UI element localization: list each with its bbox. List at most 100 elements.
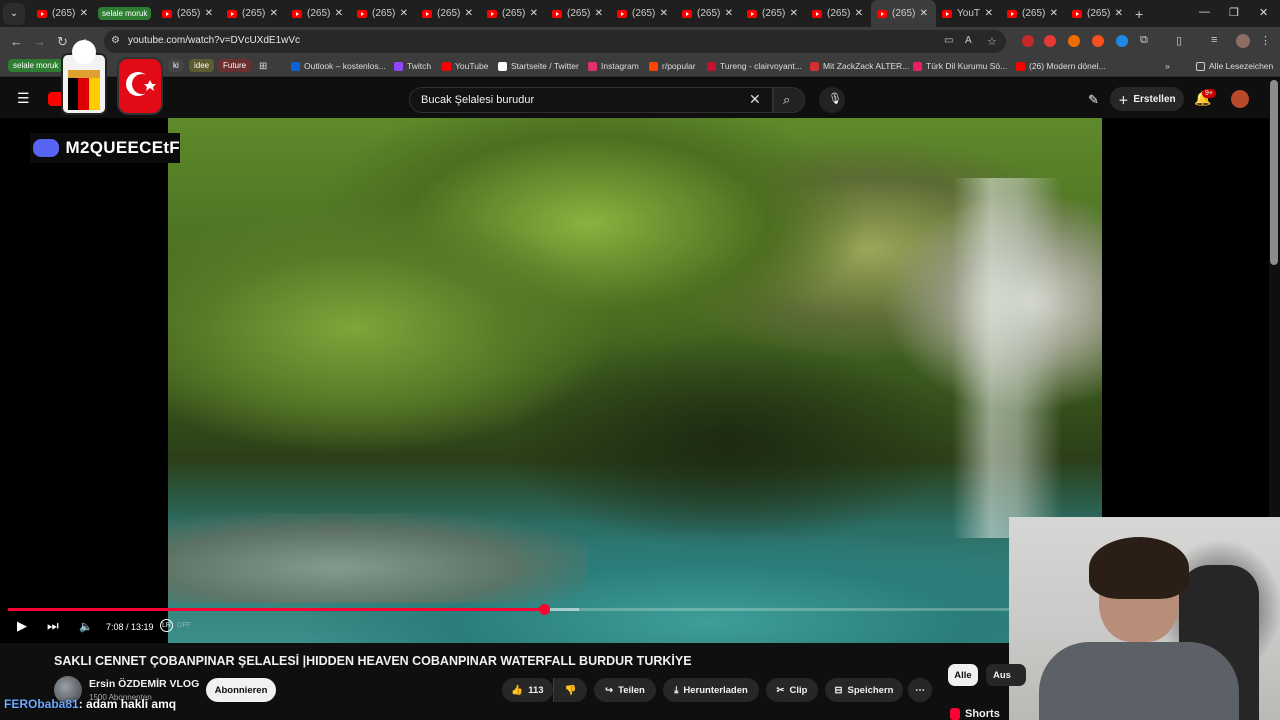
browser-tab[interactable]: (265) ✕ (286, 0, 351, 27)
browser-tab[interactable]: (265) ✕ (1001, 0, 1066, 27)
close-tab-icon[interactable]: ✕ (1050, 8, 1058, 19)
bookmark-item[interactable]: Outlook – kostenlos... (291, 61, 386, 71)
browser-tab[interactable]: (265) ✕ (806, 0, 871, 27)
close-tab-icon[interactable]: ✕ (465, 8, 473, 19)
extension-icon[interactable] (1044, 35, 1056, 47)
browser-tab[interactable]: YouT ✕ (936, 0, 1001, 27)
share-label: Teilen (618, 684, 645, 696)
save-button[interactable]: ⊟ Speichern (825, 678, 903, 702)
close-tab-icon[interactable]: ✕ (660, 8, 668, 19)
close-tab-icon[interactable]: ✕ (855, 8, 863, 19)
minimize-icon[interactable]: — (1199, 6, 1210, 18)
page-scrollbar[interactable] (1270, 80, 1278, 265)
close-tab-icon[interactable]: ✕ (335, 8, 343, 19)
bookmark-item[interactable]: Tureng - clairvoyant... (707, 61, 802, 71)
tab-search-button[interactable]: ⌄ (3, 2, 25, 25)
side-panel-icon[interactable]: ▯ (1176, 34, 1182, 47)
close-tab-icon[interactable]: ✕ (270, 8, 278, 19)
media-control-icon[interactable]: ≡ (1211, 34, 1217, 46)
autoplay-toggle-icon[interactable]: LR (160, 619, 173, 632)
close-tab-icon[interactable]: ✕ (400, 8, 408, 19)
cast-icon[interactable]: ▭ (944, 35, 956, 47)
bookmark-group[interactable]: selale moruk (8, 59, 64, 72)
browser-tab[interactable]: (265) ✕ (546, 0, 611, 27)
bookmark-item[interactable]: r/popular (649, 61, 696, 71)
translate-icon[interactable]: A (965, 35, 977, 47)
chat-extension-icon[interactable]: ✎ (1088, 92, 1099, 108)
back-icon[interactable]: ← (10, 34, 23, 49)
close-tab-icon[interactable]: ✕ (205, 8, 213, 19)
close-tab-icon[interactable]: ✕ (595, 8, 603, 19)
tab-group[interactable]: selale moruk (96, 0, 156, 27)
browser-tab[interactable]: (265) ✕ (1066, 0, 1131, 27)
close-tab-icon[interactable]: ✕ (80, 8, 88, 19)
new-tab-icon[interactable]: + (1135, 6, 1143, 22)
volume-icon[interactable]: 🔈 (79, 620, 93, 633)
bookmark-item[interactable]: Twitch (394, 61, 431, 71)
profile-avatar[interactable] (1236, 34, 1250, 48)
close-tab-icon[interactable]: ✕ (920, 8, 928, 19)
close-window-icon[interactable]: ✕ (1259, 6, 1268, 19)
channel-name[interactable]: Ersin ÖZDEMİR VLOG (89, 678, 199, 690)
search-button[interactable]: ⌕ (773, 87, 805, 113)
restore-icon[interactable]: ❐ (1229, 6, 1239, 19)
download-button[interactable]: ⤓ Herunterladen (663, 678, 759, 702)
video-frame[interactable] (168, 118, 1102, 643)
browser-tab[interactable]: (265) ✕ (156, 0, 221, 27)
hamburger-menu-icon[interactable]: ☰ (17, 90, 30, 107)
search-box[interactable]: Bucak Şelalesi burudur ✕ (409, 87, 773, 113)
bookmark-item[interactable]: (26) Modern dönel... (1016, 61, 1106, 71)
share-button[interactable]: ↪ Teilen (594, 678, 656, 702)
close-tab-icon[interactable]: ✕ (1115, 8, 1123, 19)
all-bookmarks-folder[interactable]: Alle Lesezeichen (1196, 61, 1273, 71)
close-tab-icon[interactable]: ✕ (725, 8, 733, 19)
bookmark-item[interactable]: Startseite / Twitter (498, 61, 579, 71)
progress-bar[interactable] (8, 604, 1009, 615)
more-actions-button[interactable]: ⋯ (908, 678, 932, 702)
voice-search-button[interactable]: 🎙 (819, 87, 845, 113)
browser-tab[interactable]: (265) ✕ (676, 0, 741, 27)
bookmark-item[interactable]: Türk Dil Kurumu Sö... (913, 61, 1007, 71)
browser-tab[interactable]: (265) ✕ (31, 0, 96, 27)
extension-icon[interactable] (1116, 35, 1128, 47)
more-bookmarks-button[interactable]: » (1165, 61, 1170, 71)
bookmark-group[interactable]: ki (168, 59, 184, 72)
like-button[interactable]: 👍 113 (502, 678, 553, 702)
progress-scrubber[interactable] (538, 604, 550, 615)
search-input[interactable]: Bucak Şelalesi burudur (421, 94, 534, 106)
bookmark-group[interactable]: idee (189, 59, 215, 72)
browser-tab[interactable]: (265) ✕ (351, 0, 416, 27)
apps-grid-icon[interactable]: ⊞ (259, 61, 267, 72)
create-button[interactable]: ＋ Erstellen (1110, 87, 1184, 111)
address-bar[interactable]: ⚙ youtube.com/watch?v=DVcUXdE1wVc ▭ A ☆ (104, 30, 1006, 53)
filter-chip-all[interactable]: Alle (948, 664, 978, 686)
bookmark-item[interactable]: Mit ZackZack ALTER... (810, 61, 909, 71)
browser-tab[interactable]: (265) ✕ (741, 0, 806, 27)
browser-tab[interactable]: (265) ✕ (611, 0, 676, 27)
dislike-button[interactable]: 👎 (553, 678, 587, 702)
browser-tab[interactable]: (265) ✕ (871, 0, 936, 27)
extension-icon[interactable] (1068, 35, 1080, 47)
forward-icon[interactable]: → (33, 34, 46, 49)
menu-dots-icon[interactable]: ⋮ (1260, 34, 1271, 47)
extension-icon[interactable] (1022, 35, 1034, 47)
clear-search-icon[interactable]: ✕ (749, 91, 761, 108)
bookmark-group[interactable]: Future (218, 59, 252, 72)
close-tab-icon[interactable]: ✕ (790, 8, 798, 19)
bookmark-item[interactable]: Instagram (588, 61, 639, 71)
browser-tab[interactable]: (265) ✕ (481, 0, 546, 27)
subscribe-button[interactable]: Abonnieren (206, 678, 276, 702)
browser-tab[interactable]: (265) ✕ (221, 0, 286, 27)
close-tab-icon[interactable]: ✕ (985, 8, 993, 19)
close-tab-icon[interactable]: ✕ (530, 8, 538, 19)
play-icon[interactable]: ▶ (17, 618, 27, 634)
extension-icon[interactable] (1092, 35, 1104, 47)
next-icon[interactable]: ⏭ (47, 618, 59, 634)
account-avatar[interactable] (1231, 90, 1249, 108)
bookmark-item[interactable]: YouTube (442, 61, 488, 71)
bookmark-star-icon[interactable]: ☆ (987, 35, 999, 48)
browser-tab[interactable]: (265) ✕ (416, 0, 481, 27)
filter-chip[interactable]: Aus (986, 664, 1026, 686)
extensions-puzzle-icon[interactable]: ⧉ (1140, 34, 1148, 47)
clip-button[interactable]: ✂ Clip (766, 678, 818, 702)
